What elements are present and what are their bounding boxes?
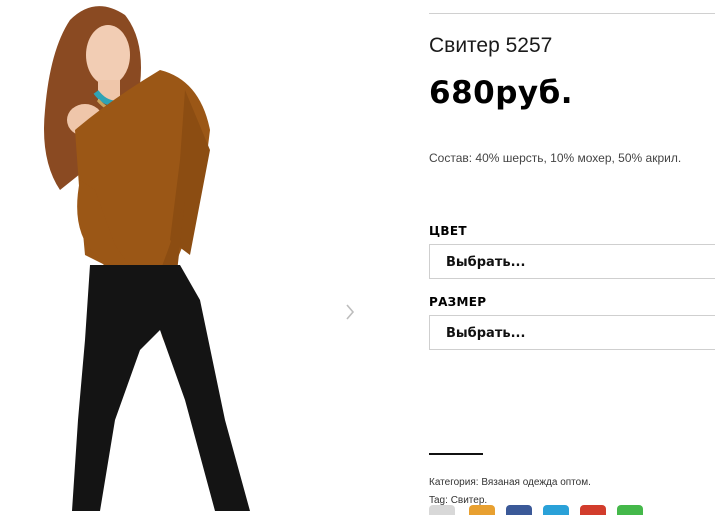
gallery-next-button[interactable]	[340, 300, 360, 324]
chevron-right-icon	[346, 304, 355, 320]
product-photo	[0, 0, 370, 511]
share-button[interactable]	[429, 505, 455, 515]
size-select-value: Выбрать...	[446, 326, 526, 341]
divider	[429, 13, 715, 14]
share-button[interactable]	[617, 505, 643, 515]
product-gallery	[0, 0, 370, 511]
color-select[interactable]: Выбрать...	[429, 244, 715, 279]
share-button[interactable]	[580, 505, 606, 515]
share-button[interactable]	[506, 505, 532, 515]
color-select-value: Выбрать...	[446, 255, 526, 270]
product-category: Категория: Вязаная одежда оптом.	[429, 477, 591, 488]
category-link[interactable]: Вязаная одежда оптом.	[481, 477, 591, 488]
color-label: ЦВЕТ	[429, 224, 467, 238]
product-summary: Свитер 5257 680руб. Состав: 40% шерсть, …	[429, 0, 715, 515]
product-title: Свитер 5257	[429, 34, 553, 57]
share-button[interactable]	[469, 505, 495, 515]
size-label: РАЗМЕР	[429, 295, 487, 309]
size-select[interactable]: Выбрать...	[429, 315, 715, 350]
share-button[interactable]	[543, 505, 569, 515]
product-composition: Состав: 40% шерсть, 10% мохер, 50% акрил…	[429, 151, 682, 165]
product-price: 680руб.	[429, 75, 574, 111]
category-label: Категория:	[429, 477, 479, 488]
divider	[429, 453, 483, 455]
